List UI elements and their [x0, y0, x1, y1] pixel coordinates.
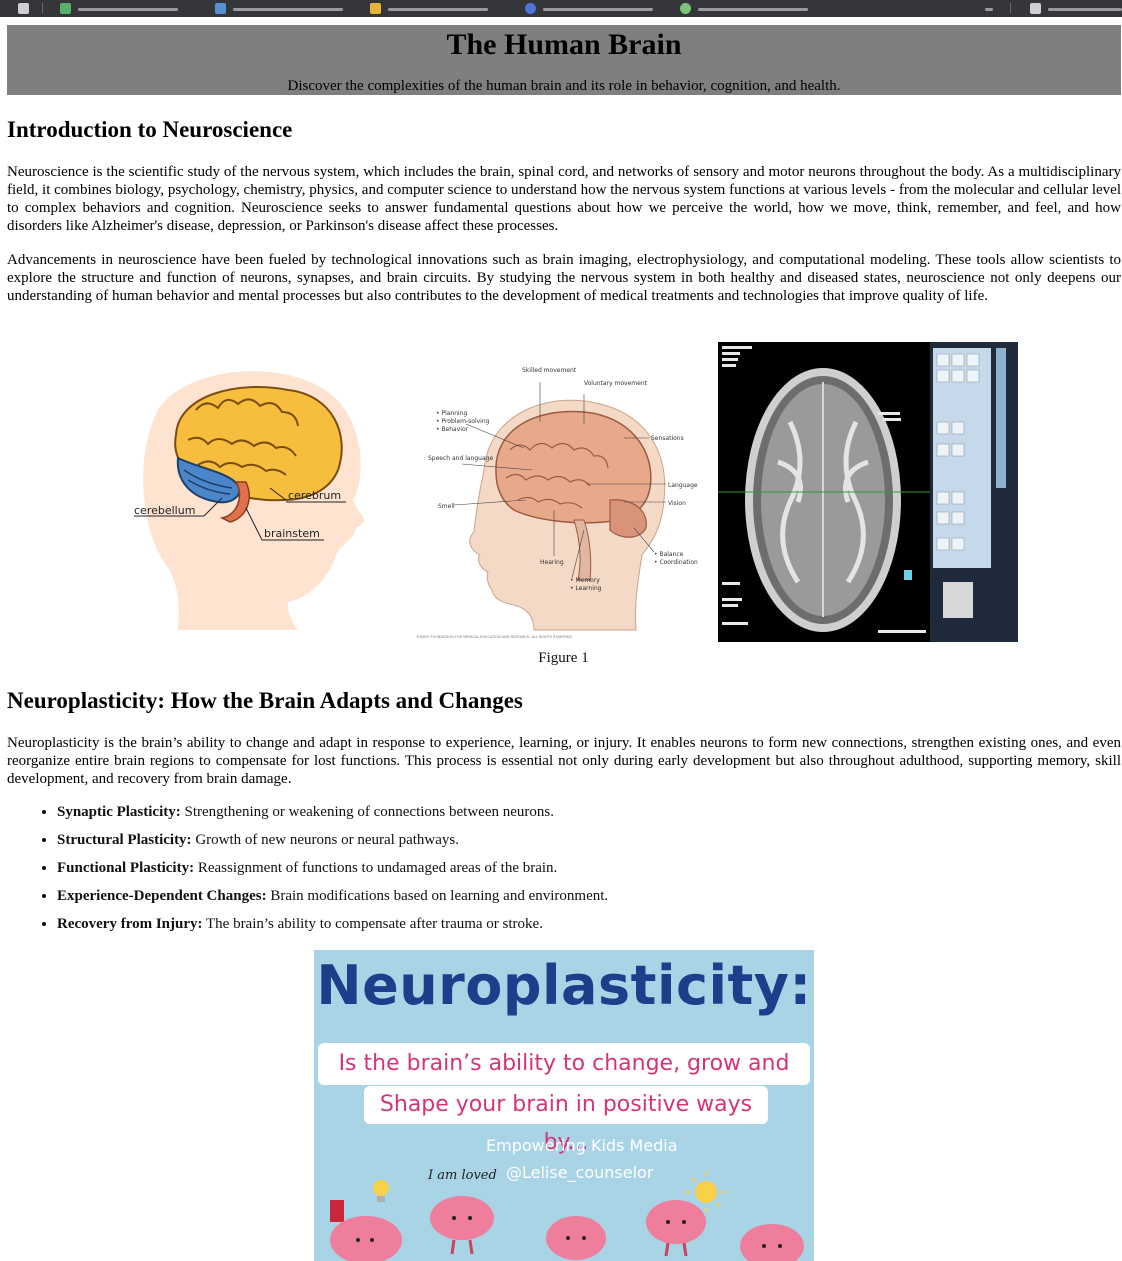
page-subtitle: Discover the complexities of the human b…	[287, 78, 841, 94]
bookmark-label	[698, 8, 808, 11]
label-skilled-movement: Skilled movement	[522, 367, 577, 374]
bookmark-label	[543, 8, 653, 11]
neuroplasticity-heading: Neuroplasticity: How the Brain Adapts an…	[7, 688, 523, 713]
label-memory: • Memory	[570, 577, 600, 584]
list-desc: Strengthening or weakening of connection…	[180, 804, 554, 820]
label-vision: Vision	[668, 500, 686, 507]
bookmark-item[interactable]	[215, 2, 355, 14]
brain-parts-svg: cerebrum cerebellum brainstem	[134, 371, 364, 630]
list-desc: Brain modifications based on learning an…	[266, 888, 609, 904]
bookmark-item[interactable]	[370, 2, 500, 14]
browser-bookmarks-bar	[0, 0, 1122, 17]
brain-character-2	[430, 1196, 494, 1255]
list-item: Structural Plasticity: Growth of new neu…	[57, 831, 608, 849]
bookmark-item[interactable]	[680, 2, 820, 14]
list-desc: Growth of new neurons or neural pathways…	[191, 832, 459, 848]
figure-1-images: cerebrum cerebellum brainstem Skilled mo…	[0, 340, 1122, 645]
intro-heading: Introduction to Neuroscience	[7, 117, 293, 142]
bookmark-favicon-icon	[370, 3, 381, 14]
apps-grid-icon[interactable]	[18, 3, 29, 14]
label-language: Language	[668, 482, 698, 489]
label-smell: Smell	[438, 503, 455, 510]
page-header: The Human Brain Discover the complexitie…	[7, 25, 1121, 95]
brain-character-4	[646, 1200, 706, 1257]
bookmark-separator	[1010, 3, 1011, 13]
list-term: Functional Plasticity:	[57, 860, 195, 876]
brain-character-5	[740, 1224, 804, 1261]
all-bookmarks-button[interactable]	[1030, 2, 1122, 14]
brain-functions-diagram: Skilled movement Voluntary movement • Pl…	[414, 360, 716, 645]
list-item: Experience-Dependent Changes: Brain modi…	[57, 887, 608, 905]
bookmark-label	[78, 8, 178, 11]
bookmark-favicon-icon	[215, 3, 226, 14]
bookmark-label	[233, 8, 343, 11]
viewer-thumb-bottom	[943, 582, 973, 618]
brain-parts-diagram: cerebrum cerebellum brainstem	[118, 340, 418, 640]
neuroplasticity-paragraph: Neuroplasticity is the brain’s ability t…	[7, 735, 1121, 787]
bookmark-label	[1048, 8, 1122, 11]
page-title: The Human Brain	[446, 28, 682, 61]
neuroplasticity-poster: Neuroplasticity: Is the brain’s ability …	[314, 950, 814, 1261]
brain-character-1	[330, 1216, 402, 1261]
label-sensations: Sensations	[651, 435, 684, 442]
label-voluntary-movement: Voluntary movement	[584, 380, 648, 387]
list-item: Recovery from Injury: The brain’s abilit…	[57, 915, 608, 933]
bookmark-favicon-icon	[680, 3, 691, 14]
label-speech-language: Speech and language	[428, 455, 493, 462]
figure-caption: Figure 1	[538, 650, 589, 666]
brain-character-3	[546, 1216, 606, 1260]
label-balance: • Balance	[654, 551, 684, 558]
intro-paragraph-2: Advancements in neuroscience have been f…	[7, 252, 1121, 304]
list-desc: Reassignment of functions to undamaged a…	[194, 860, 558, 876]
bookmark-item[interactable]	[60, 2, 190, 14]
label-problem-solving: • Problem-solving	[436, 418, 490, 425]
label-cerebellum: cerebellum	[134, 504, 195, 517]
bookmark-favicon-icon	[525, 3, 536, 14]
mayo-copyright: ©MAYO FOUNDATION FOR MEDICAL EDUCATION A…	[416, 635, 573, 639]
bookmarks-overflow-button[interactable]	[985, 2, 997, 14]
list-term: Recovery from Injury:	[57, 916, 203, 932]
overflow-chevron-icon	[985, 8, 993, 11]
list-term: Synaptic Plasticity:	[57, 804, 181, 820]
label-cerebrum: cerebrum	[288, 489, 341, 502]
viewer-tab[interactable]	[996, 348, 1006, 488]
label-brainstem: brainstem	[264, 527, 320, 540]
bookmark-favicon-icon	[60, 3, 71, 14]
mri-scan-image	[718, 342, 1018, 642]
poster-illustrations	[330, 1172, 804, 1261]
list-term: Structural Plasticity:	[57, 832, 192, 848]
list-term: Experience-Dependent Changes:	[57, 888, 267, 904]
label-behavior: • Behavior	[436, 426, 469, 433]
mri-marker	[904, 570, 912, 580]
bookmark-label	[388, 8, 488, 11]
brain-functions-svg: Skilled movement Voluntary movement • Pl…	[414, 360, 716, 645]
list-desc: The brain’s ability to compensate after …	[202, 916, 543, 932]
mri-scan-svg	[718, 342, 1018, 642]
folder-icon	[1030, 3, 1041, 14]
lightbulb-icon	[373, 1180, 389, 1202]
intro-paragraph-1: Neuroscience is the scientific study of …	[7, 164, 1121, 234]
list-item: Functional Plasticity: Reassignment of f…	[57, 859, 608, 877]
bookmark-separator	[42, 3, 43, 13]
label-planning: • Planning	[436, 410, 467, 417]
book-icon	[330, 1200, 344, 1222]
label-hearing: Hearing	[540, 559, 564, 566]
list-item: Synaptic Plasticity: Strengthening or we…	[57, 803, 608, 821]
label-learning: • Learning	[570, 585, 602, 592]
label-coordination: • Coordination	[654, 559, 698, 566]
bookmark-item[interactable]	[525, 2, 665, 14]
plasticity-list: Synaptic Plasticity: Strengthening or we…	[17, 803, 608, 943]
